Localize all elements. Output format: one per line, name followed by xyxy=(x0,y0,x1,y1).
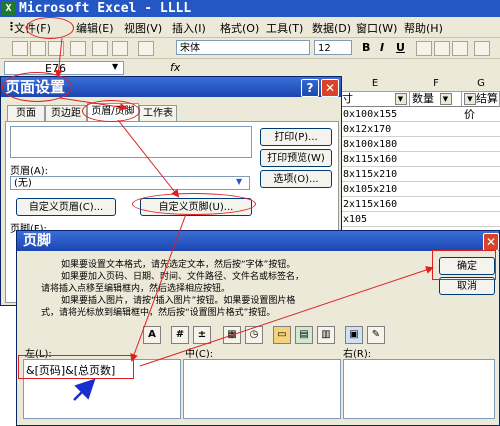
annotation-arrow xyxy=(139,266,434,367)
annotation-arrows xyxy=(54,37,434,401)
annotation-arrow xyxy=(59,97,128,112)
annotation-arrow xyxy=(130,213,187,362)
annotation-arrow xyxy=(54,37,63,78)
annotation-arrow xyxy=(117,119,180,198)
annotation-arrow-blue xyxy=(73,378,96,401)
